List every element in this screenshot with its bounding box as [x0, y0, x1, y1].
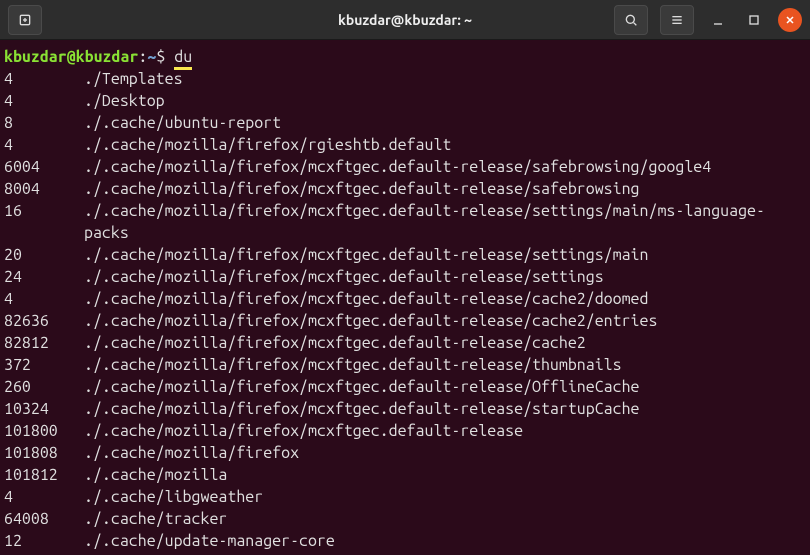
du-size: 4	[4, 68, 84, 90]
du-path: ./.cache/ubuntu-report	[84, 112, 806, 134]
output-line: 64008./.cache/tracker	[4, 508, 806, 530]
du-size: 372	[4, 354, 84, 376]
du-size: 8	[4, 112, 84, 134]
du-size: 4	[4, 486, 84, 508]
new-tab-icon	[17, 12, 33, 28]
du-size: 82812	[4, 332, 84, 354]
du-path: ./.cache/update-manager-core	[84, 530, 806, 552]
du-size: 101800	[4, 420, 84, 442]
output-line: 20./.cache/mozilla/firefox/mcxftgec.defa…	[4, 244, 806, 266]
output-line: 8004./.cache/mozilla/firefox/mcxftgec.de…	[4, 178, 806, 200]
du-size: 4	[4, 90, 84, 112]
output-line: 4./.cache/libgweather	[4, 486, 806, 508]
output-line: 101812./.cache/mozilla	[4, 464, 806, 486]
command-output: 4./Templates4./Desktop8./.cache/ubuntu-r…	[4, 68, 806, 552]
search-icon	[623, 12, 639, 28]
output-line: 101800./.cache/mozilla/firefox/mcxftgec.…	[4, 420, 806, 442]
du-path: ./.cache/mozilla/firefox/mcxftgec.defaul…	[84, 398, 806, 420]
command-text: du	[174, 48, 192, 70]
output-line: 4./Desktop	[4, 90, 806, 112]
du-size: 4	[4, 288, 84, 310]
close-icon	[784, 14, 796, 26]
du-path: ./.cache/libgweather	[84, 486, 806, 508]
du-path: ./Templates	[84, 68, 806, 90]
du-size: 260	[4, 376, 84, 398]
maximize-button[interactable]	[742, 8, 766, 32]
minimize-icon	[710, 12, 726, 28]
output-line: 8./.cache/ubuntu-report	[4, 112, 806, 134]
du-size: 64008	[4, 508, 84, 530]
maximize-icon	[746, 12, 762, 28]
terminal-output[interactable]: kbuzdar@kbuzdar:~$ du 4./Templates4./Des…	[0, 40, 810, 555]
output-line: 10324./.cache/mozilla/firefox/mcxftgec.d…	[4, 398, 806, 420]
prompt-path: ~	[147, 48, 156, 66]
output-line: 82812./.cache/mozilla/firefox/mcxftgec.d…	[4, 332, 806, 354]
du-size: 101812	[4, 464, 84, 486]
window-titlebar: kbuzdar@kbuzdar: ~	[0, 0, 810, 40]
du-path: ./.cache/mozilla/firefox/mcxftgec.defaul…	[84, 420, 806, 442]
new-tab-button[interactable]	[8, 5, 42, 35]
du-path: ./.cache/mozilla/firefox/mcxftgec.defaul…	[84, 200, 806, 244]
menu-button[interactable]	[660, 5, 694, 35]
du-path: ./.cache/tracker	[84, 508, 806, 530]
du-size: 6004	[4, 156, 84, 178]
du-size: 8004	[4, 178, 84, 200]
output-line: 372./.cache/mozilla/firefox/mcxftgec.def…	[4, 354, 806, 376]
output-line: 82636./.cache/mozilla/firefox/mcxftgec.d…	[4, 310, 806, 332]
du-path: ./.cache/mozilla/firefox/mcxftgec.defaul…	[84, 244, 806, 266]
du-size: 16	[4, 200, 84, 244]
du-path: ./.cache/mozilla/firefox/mcxftgec.defaul…	[84, 310, 806, 332]
du-size: 20	[4, 244, 84, 266]
du-path: ./Desktop	[84, 90, 806, 112]
du-size: 101808	[4, 442, 84, 464]
du-path: ./.cache/mozilla/firefox/rgieshtb.defaul…	[84, 134, 806, 156]
prompt-line: kbuzdar@kbuzdar:~$ du	[4, 46, 806, 68]
minimize-button[interactable]	[706, 8, 730, 32]
output-line: 12./.cache/update-manager-core	[4, 530, 806, 552]
close-button[interactable]	[778, 8, 802, 32]
du-path: ./.cache/mozilla/firefox/mcxftgec.defaul…	[84, 266, 806, 288]
output-line: 4./Templates	[4, 68, 806, 90]
hamburger-icon	[669, 12, 685, 28]
du-path: ./.cache/mozilla/firefox/mcxftgec.defaul…	[84, 354, 806, 376]
du-path: ./.cache/mozilla/firefox/mcxftgec.defaul…	[84, 288, 806, 310]
du-size: 10324	[4, 398, 84, 420]
prompt-user-host: kbuzdar@kbuzdar	[4, 48, 138, 66]
du-path: ./.cache/mozilla/firefox/mcxftgec.defaul…	[84, 332, 806, 354]
du-size: 12	[4, 530, 84, 552]
output-line: 4./.cache/mozilla/firefox/rgieshtb.defau…	[4, 134, 806, 156]
output-line: 4./.cache/mozilla/firefox/mcxftgec.defau…	[4, 288, 806, 310]
titlebar-right	[614, 5, 802, 35]
search-button[interactable]	[614, 5, 648, 35]
prompt-dollar: $	[156, 48, 174, 66]
output-line: 6004./.cache/mozilla/firefox/mcxftgec.de…	[4, 156, 806, 178]
du-path: ./.cache/mozilla	[84, 464, 806, 486]
output-line: 101808./.cache/mozilla/firefox	[4, 442, 806, 464]
window-title: kbuzdar@kbuzdar: ~	[338, 12, 472, 28]
du-size: 24	[4, 266, 84, 288]
output-line: 24./.cache/mozilla/firefox/mcxftgec.defa…	[4, 266, 806, 288]
du-size: 4	[4, 134, 84, 156]
du-path: ./.cache/mozilla/firefox/mcxftgec.defaul…	[84, 156, 806, 178]
du-path: ./.cache/mozilla/firefox	[84, 442, 806, 464]
du-path: ./.cache/mozilla/firefox/mcxftgec.defaul…	[84, 178, 806, 200]
du-size: 82636	[4, 310, 84, 332]
output-line: 260./.cache/mozilla/firefox/mcxftgec.def…	[4, 376, 806, 398]
du-path: ./.cache/mozilla/firefox/mcxftgec.defaul…	[84, 376, 806, 398]
output-line: 16./.cache/mozilla/firefox/mcxftgec.defa…	[4, 200, 806, 244]
titlebar-left	[8, 5, 42, 35]
